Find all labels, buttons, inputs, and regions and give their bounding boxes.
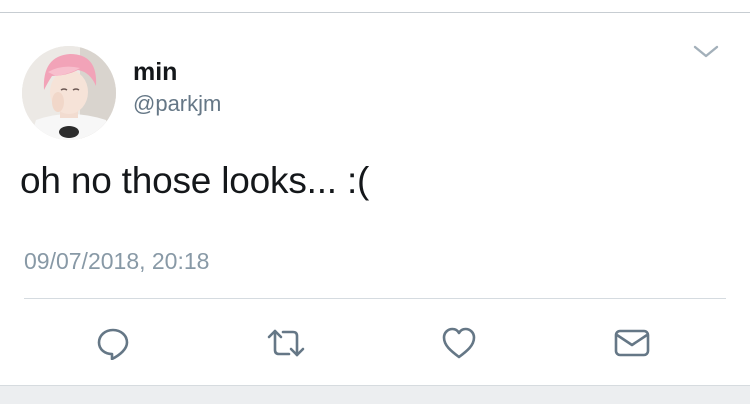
user-handle[interactable]: @parkjm [133, 90, 221, 118]
footer-strip [0, 385, 750, 404]
actions-divider [24, 298, 726, 299]
tweet-card: min @parkjm oh no those looks... :( 09/0… [0, 13, 750, 385]
heart-icon [441, 326, 477, 365]
retweet-button[interactable] [266, 325, 306, 365]
tweet-text: oh no those looks... :( [20, 160, 370, 201]
retweet-icon [267, 326, 305, 365]
avatar[interactable] [22, 46, 116, 140]
reply-icon [96, 326, 130, 365]
reply-button[interactable] [93, 325, 133, 365]
display-name[interactable]: min [133, 57, 177, 87]
mail-icon [613, 327, 651, 364]
chevron-down-icon[interactable] [692, 41, 720, 61]
like-button[interactable] [439, 325, 479, 365]
tweet-timestamp: 09/07/2018, 20:18 [24, 248, 210, 274]
dm-button[interactable] [612, 325, 652, 365]
